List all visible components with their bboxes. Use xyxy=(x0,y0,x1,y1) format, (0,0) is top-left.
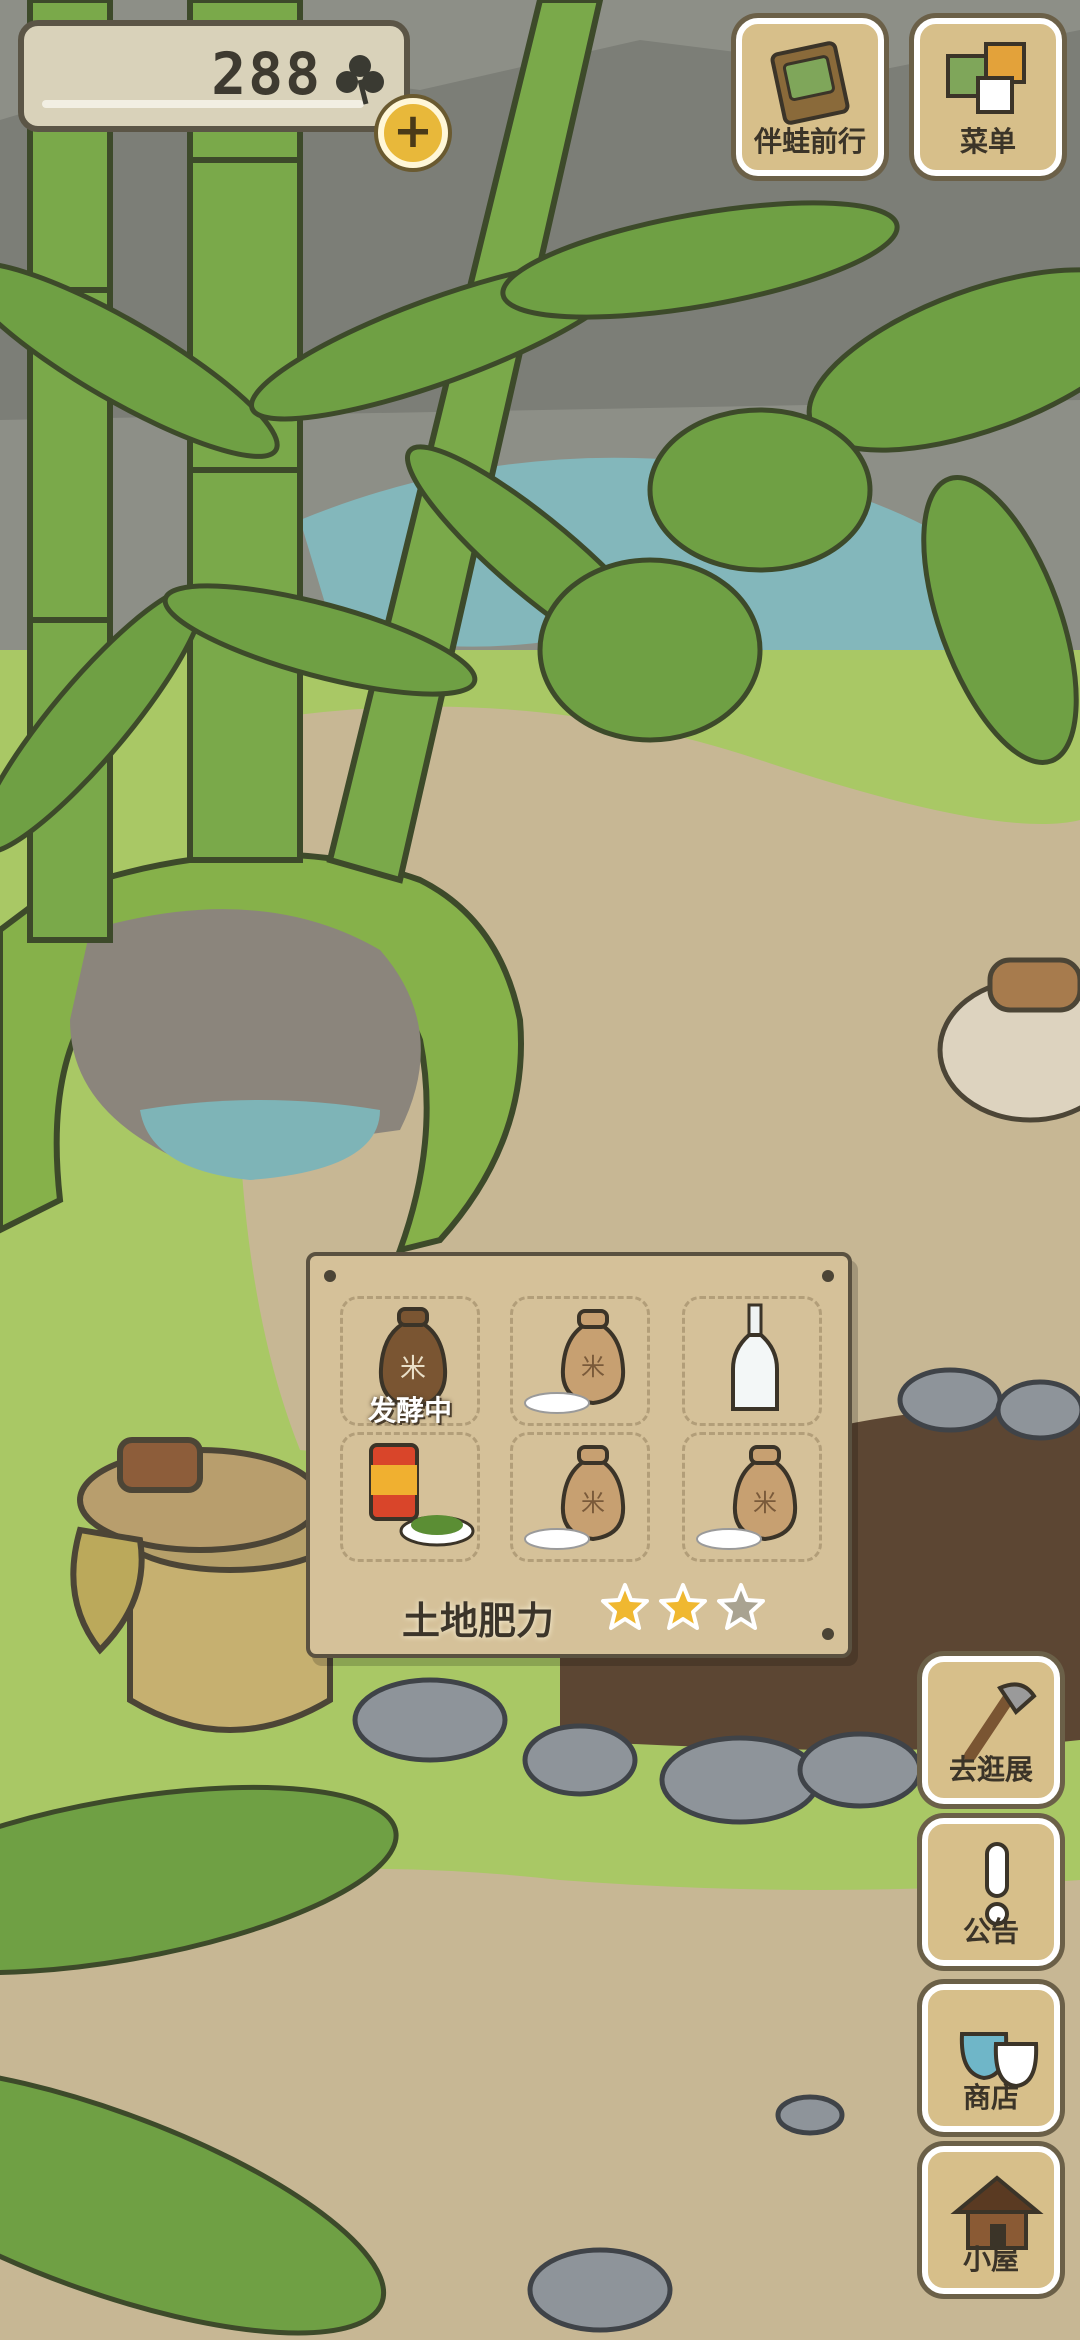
garden-background xyxy=(0,0,1080,2340)
ferment-slot-3[interactable] xyxy=(682,1296,822,1426)
house-label: 小屋 xyxy=(962,2243,1019,2276)
house-button[interactable]: 小屋 xyxy=(922,2146,1060,2294)
board-nail xyxy=(324,1270,336,1282)
ferment-slot-2[interactable]: 米 xyxy=(510,1296,650,1426)
clover-counter: 288 xyxy=(18,20,410,132)
ferment-slot-6[interactable]: 米 xyxy=(682,1432,822,1562)
go-exhibit-label: 去逛展 xyxy=(948,1753,1033,1786)
menu-label: 菜单 xyxy=(959,125,1016,158)
fermentation-board: 米 发酵中 米 米 米 土地肥力 xyxy=(306,1252,852,1658)
svg-text:米: 米 xyxy=(581,1353,605,1381)
soil-fertility-label: 土地肥力 xyxy=(402,1599,555,1643)
go-exhibit-button[interactable]: 去逛展 xyxy=(922,1656,1060,1804)
shop-button[interactable]: 商店 xyxy=(922,1984,1060,2132)
clover-amount: 288 xyxy=(211,40,322,108)
board-nail xyxy=(822,1628,834,1640)
can-and-greens-icon xyxy=(369,1443,475,1547)
notice-button[interactable]: 公告 xyxy=(922,1818,1060,1966)
menu-squares-icon xyxy=(946,42,1026,114)
shop-label: 商店 xyxy=(962,2081,1019,2114)
glass-bottle-icon xyxy=(731,1303,779,1411)
star-filled-icon xyxy=(601,1583,649,1630)
svg-text:米: 米 xyxy=(400,1354,426,1384)
star-filled-icon xyxy=(659,1583,707,1630)
rice-bag-icon: 米 xyxy=(696,1445,798,1550)
travel-journal-button[interactable]: 伴蛙前行 xyxy=(736,18,884,176)
clover-icon xyxy=(336,55,384,105)
fermenting-status: 发酵中 xyxy=(367,1394,452,1427)
rice-bag-icon: 米 xyxy=(524,1309,626,1414)
fertility-stars xyxy=(600,1582,766,1632)
rice-bag-icon: 米 xyxy=(524,1445,626,1550)
menu-button[interactable]: 菜单 xyxy=(914,18,1062,176)
star-empty-icon xyxy=(717,1583,765,1630)
notice-label: 公告 xyxy=(962,1915,1019,1948)
ferment-slot-5[interactable]: 米 xyxy=(510,1432,650,1562)
svg-text:米: 米 xyxy=(581,1489,605,1517)
ferment-slot-1[interactable]: 米 发酵中 xyxy=(340,1296,480,1427)
svg-text:米: 米 xyxy=(753,1489,777,1517)
plus-icon: + xyxy=(392,103,434,159)
board-nail xyxy=(822,1270,834,1282)
travel-journal-label: 伴蛙前行 xyxy=(753,125,866,158)
notebook-icon xyxy=(770,41,850,125)
add-clover-button[interactable]: + xyxy=(378,98,448,168)
ferment-slot-4[interactable] xyxy=(340,1432,480,1562)
